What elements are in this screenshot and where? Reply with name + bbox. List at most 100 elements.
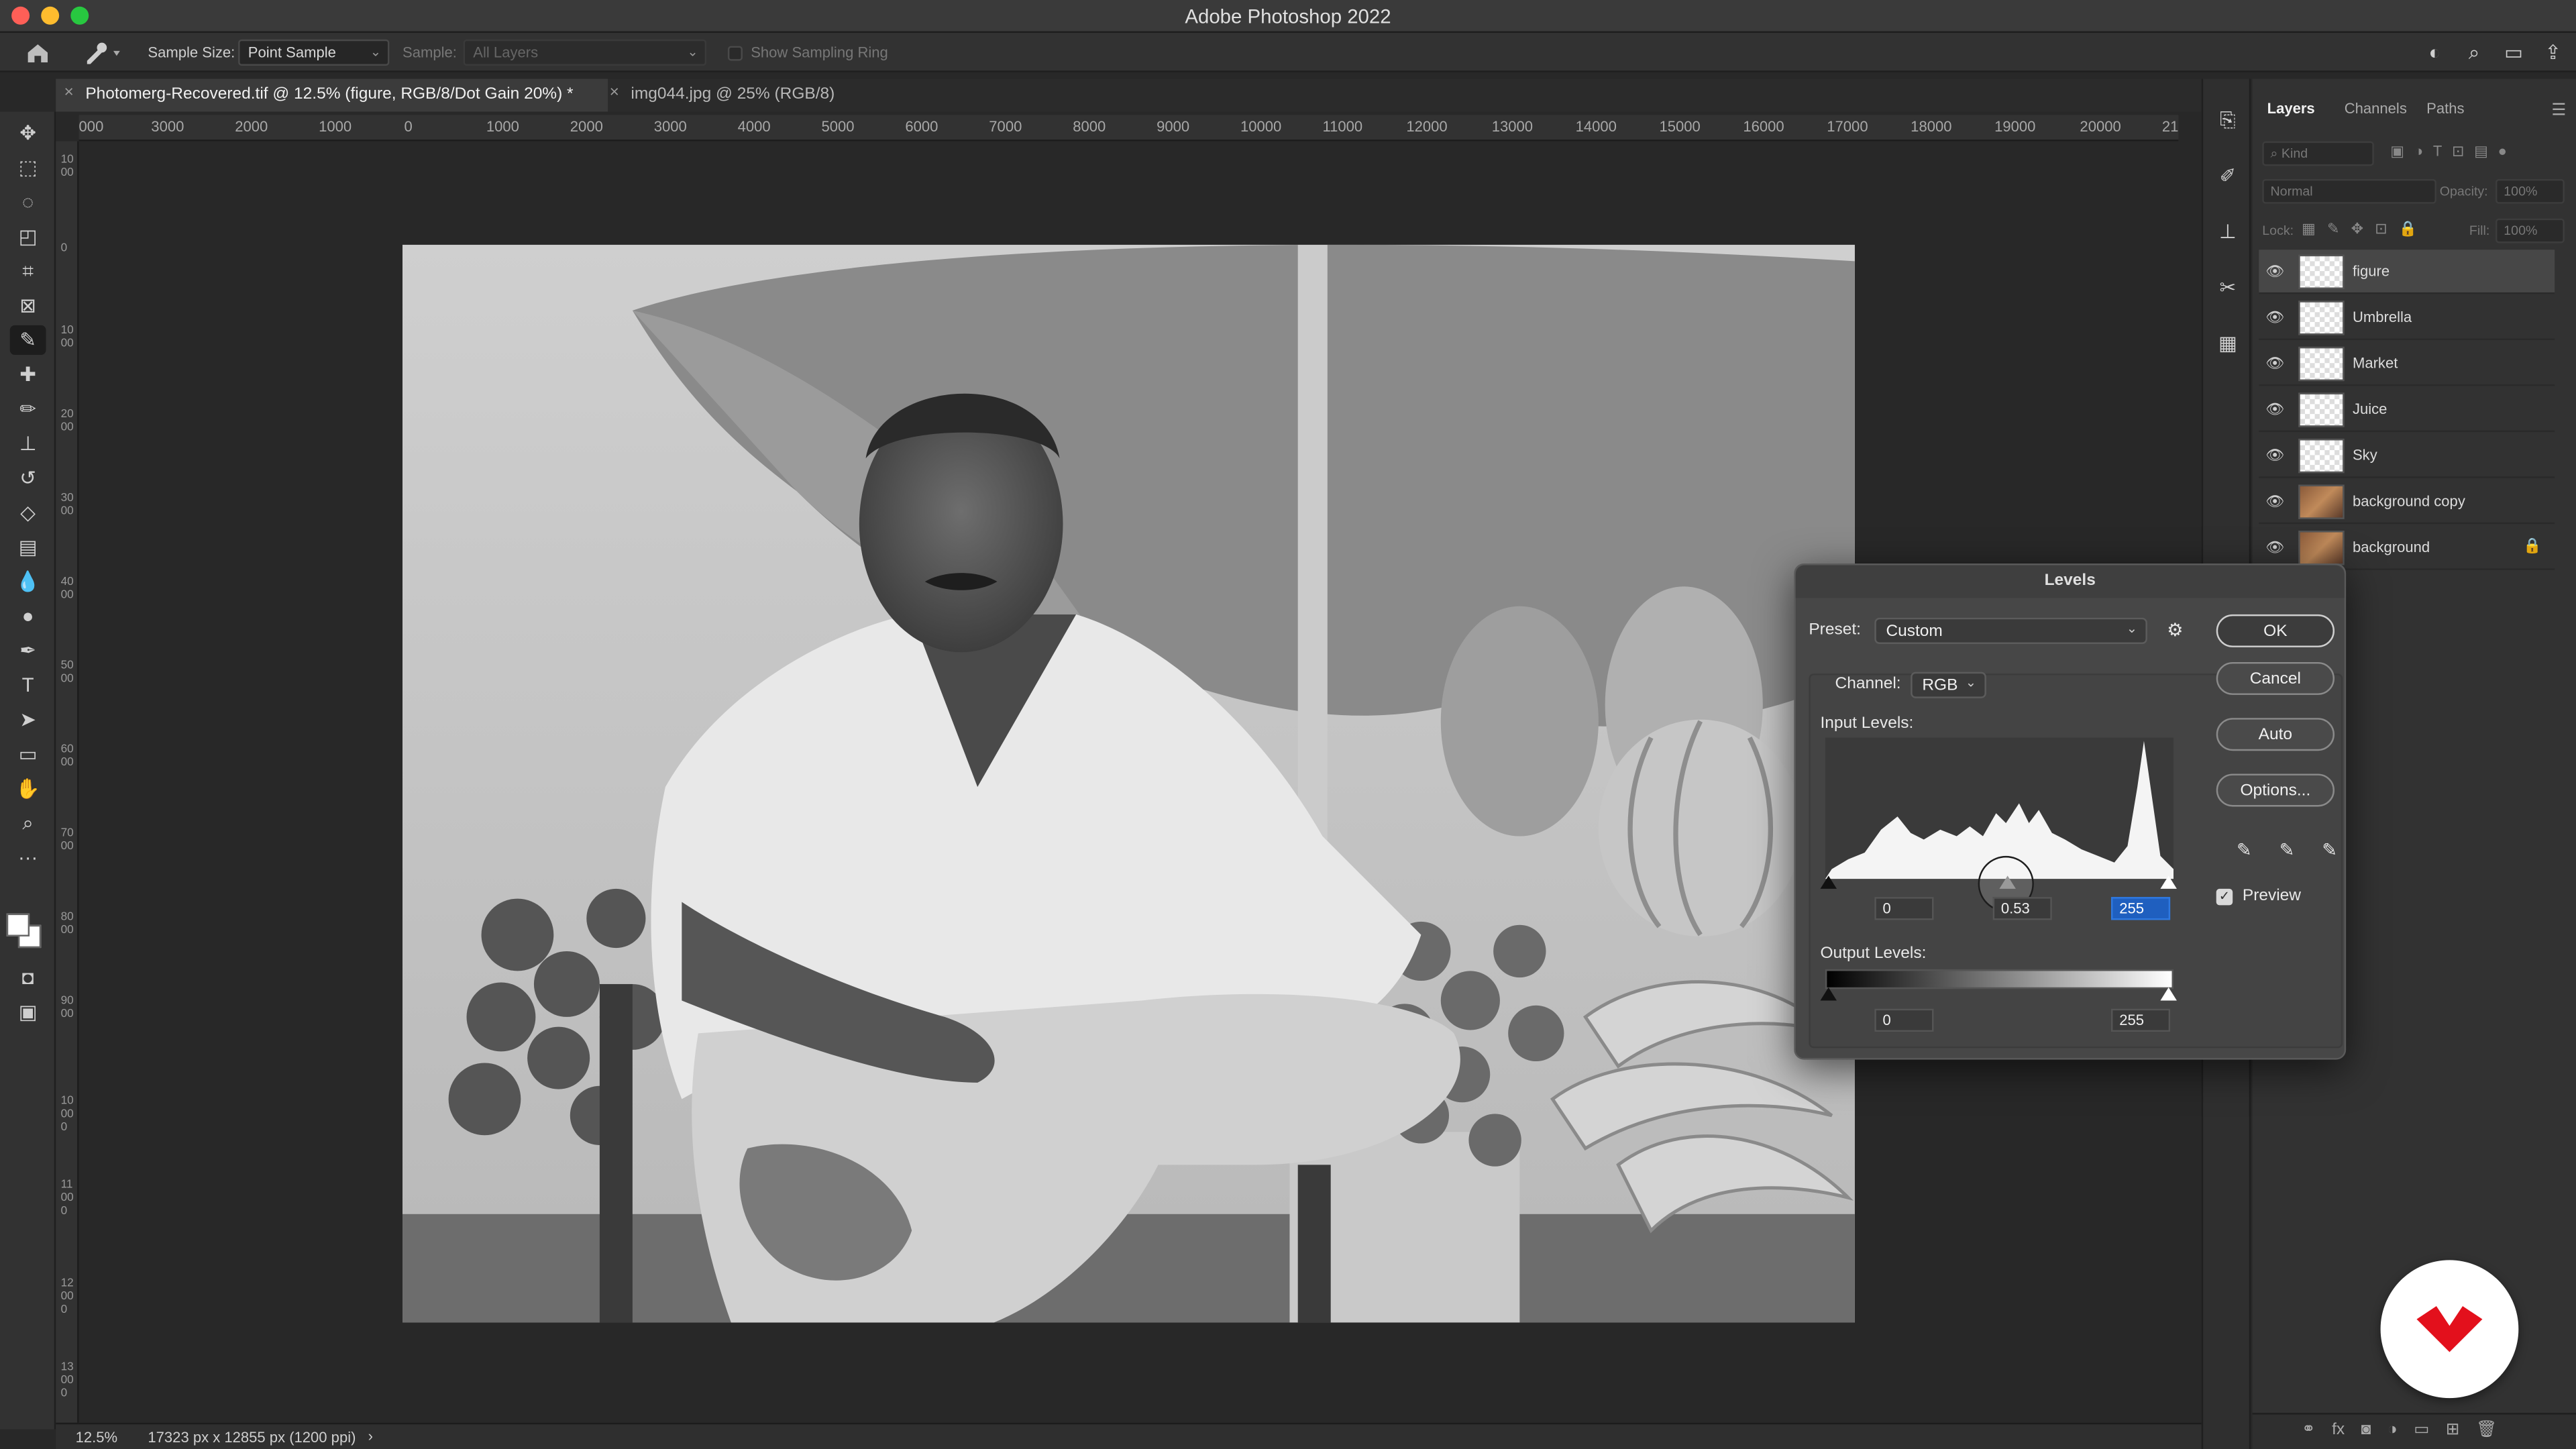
cancel-button[interactable]: Cancel <box>2216 661 2335 695</box>
gray-point-eyedropper-icon[interactable]: ✎ <box>2275 838 2298 861</box>
eyedropper-preset-icon[interactable] <box>80 40 127 66</box>
output-white-field[interactable]: 255 <box>2110 1008 2171 1032</box>
layer-row[interactable]: 👁 Sky <box>2259 434 2555 478</box>
close-tab-icon[interactable]: × <box>610 84 619 102</box>
stamp-tool-icon[interactable]: ⊥ <box>10 429 46 458</box>
output-black-slider[interactable] <box>1820 987 1837 1001</box>
options-bar: Sample Size: Point Sample ⌄ Sample: All … <box>0 32 2576 72</box>
eye-icon[interactable]: 👁 <box>2265 493 2284 511</box>
close-tab-icon[interactable]: × <box>64 84 74 102</box>
frame-tool-icon[interactable]: ⊠ <box>10 290 46 320</box>
preview-checkbox[interactable]: ✓ <box>2216 888 2233 906</box>
opacity-field[interactable]: 100% <box>2496 178 2565 204</box>
eyedropper-tool-icon[interactable]: ✎ <box>9 325 46 355</box>
channel-select[interactable]: RGB ⌄ <box>1911 672 1986 698</box>
search-icon[interactable]: ⌕ <box>2461 40 2487 66</box>
eye-icon[interactable]: 👁 <box>2265 309 2284 327</box>
quick-mask-icon[interactable]: ◘ <box>10 963 46 992</box>
fx-icon[interactable]: fx <box>2332 1421 2345 1449</box>
brush-settings-icon[interactable]: ✐ <box>2213 161 2243 191</box>
layer-row[interactable]: 👁 Umbrella <box>2259 296 2555 340</box>
layer-row[interactable]: 👁 Juice <box>2259 388 2555 433</box>
adjustment-icon[interactable]: ◑ <box>2387 1421 2398 1449</box>
ok-button[interactable]: OK <box>2216 614 2335 647</box>
input-black-slider[interactable] <box>1820 875 1837 889</box>
sample-select[interactable]: All Layers ⌄ <box>463 39 707 66</box>
crop-tool-icon[interactable]: ⌗ <box>10 256 46 286</box>
input-white-field[interactable]: 255 <box>2110 897 2171 920</box>
new-layer-icon[interactable]: ⊞ <box>2446 1421 2460 1449</box>
layer-row[interactable]: 👁 Market <box>2259 341 2555 386</box>
eye-icon[interactable]: 👁 <box>2265 539 2284 557</box>
history-brush-icon[interactable]: ↺ <box>10 464 46 493</box>
rectangle-tool-icon[interactable]: ▭ <box>10 739 46 769</box>
preset-select[interactable]: Custom ⌄ <box>1874 617 2147 645</box>
layer-row[interactable]: 👁 background copy <box>2259 480 2555 525</box>
output-white-slider[interactable] <box>2160 987 2177 1001</box>
kind-filter-select[interactable]: ⌕ Kind <box>2262 141 2374 166</box>
screen-mode-icon[interactable]: ▣ <box>10 998 46 1027</box>
eye-icon[interactable]: 👁 <box>2265 355 2284 373</box>
eye-icon[interactable]: 👁 <box>2265 401 2284 419</box>
type-tool-icon[interactable]: T <box>10 670 46 700</box>
gear-icon[interactable]: ⚙ <box>2167 619 2183 641</box>
tab-img044[interactable]: × img044.jpg @ 25% (RGB/8) <box>601 79 864 112</box>
auto-button[interactable]: Auto <box>2216 718 2335 751</box>
tab-layers[interactable]: Layers <box>2267 100 2315 116</box>
output-black-field[interactable]: 0 <box>1874 1008 1934 1032</box>
options-button[interactable]: Options... <box>2216 773 2335 807</box>
object-select-tool-icon[interactable]: ◰ <box>10 222 46 252</box>
lasso-tool-icon[interactable]: ◌ <box>10 187 46 217</box>
group-icon[interactable]: ▭ <box>2414 1421 2429 1449</box>
blend-mode-select[interactable]: Normal <box>2262 178 2436 204</box>
marquee-tool-icon[interactable]: ⬚ <box>10 153 46 182</box>
workspace-icon[interactable]: ▭ <box>2500 40 2526 66</box>
move-tool-icon[interactable]: ✥ <box>10 118 46 148</box>
trash-icon[interactable]: 🗑 <box>2476 1421 2497 1449</box>
zoom-level[interactable]: 12.5% <box>76 1430 118 1446</box>
more-tools-icon[interactable]: ··· <box>10 843 46 872</box>
document-image[interactable] <box>402 244 1855 1323</box>
lock-icons[interactable]: ▦✎✥⊡🔒 <box>2302 220 2428 238</box>
share-icon[interactable]: ⇪ <box>2540 40 2566 66</box>
tab-paths[interactable]: Paths <box>2426 100 2464 116</box>
healing-tool-icon[interactable]: ✚ <box>10 360 46 389</box>
status-menu-arrow[interactable]: › <box>368 1428 373 1444</box>
opacity-label: Opacity: <box>2439 184 2488 199</box>
zoom-tool-icon[interactable]: ⌕ <box>10 808 46 838</box>
sample-size-select[interactable]: Point Sample ⌄ <box>238 39 390 66</box>
dodge-tool-icon[interactable]: ● <box>10 601 46 631</box>
mask-icon[interactable]: ◙ <box>2361 1421 2371 1449</box>
eraser-tool-icon[interactable]: ◇ <box>10 498 46 527</box>
black-point-eyedropper-icon[interactable]: ✎ <box>2233 838 2255 861</box>
eye-icon[interactable]: 👁 <box>2265 447 2284 465</box>
hand-tool-icon[interactable]: ✋ <box>10 773 46 803</box>
path-select-tool-icon[interactable]: ➤ <box>10 705 46 735</box>
clone-source-icon[interactable]: ⊥ <box>2213 217 2243 246</box>
show-sampling-ring-checkbox[interactable] <box>727 46 743 61</box>
input-gamma-field[interactable]: 0.53 <box>1992 897 2052 920</box>
eye-icon[interactable]: 👁 <box>2265 263 2284 281</box>
input-white-slider[interactable] <box>2160 875 2177 889</box>
input-black-field[interactable]: 0 <box>1874 897 1934 920</box>
tab-photomerg[interactable]: × Photomerg-Recovered.tif @ 12.5% (figur… <box>56 78 608 112</box>
history-panel-icon[interactable]: ⎘ <box>2213 105 2243 135</box>
fill-field[interactable]: 100% <box>2496 218 2565 244</box>
gradient-tool-icon[interactable]: ▤ <box>10 532 46 561</box>
tab-channels[interactable]: Channels <box>2345 100 2407 116</box>
layer-name: Market <box>2352 354 2398 372</box>
preset-value: Custom <box>1886 623 1943 641</box>
libraries-icon[interactable]: ▦ <box>2213 329 2243 358</box>
white-point-eyedropper-icon[interactable]: ✎ <box>2318 838 2341 861</box>
tool-presets-icon[interactable]: ✂ <box>2213 273 2243 303</box>
foreground-color-swatch[interactable] <box>6 913 30 936</box>
blur-tool-icon[interactable]: 💧 <box>10 567 46 596</box>
link-icon[interactable]: ⚭ <box>2302 1421 2316 1449</box>
learn-icon[interactable]: ◐ <box>2422 40 2448 66</box>
layer-row[interactable]: 👁 figure <box>2259 250 2555 294</box>
brush-tool-icon[interactable]: ✏ <box>10 394 46 424</box>
panel-menu-icon[interactable]: ☰ <box>2551 102 2566 120</box>
pen-tool-icon[interactable]: ✒ <box>10 636 46 665</box>
filter-icons[interactable]: ▣◑T⊡▤● <box>2390 143 2516 161</box>
home-icon[interactable] <box>23 40 52 66</box>
